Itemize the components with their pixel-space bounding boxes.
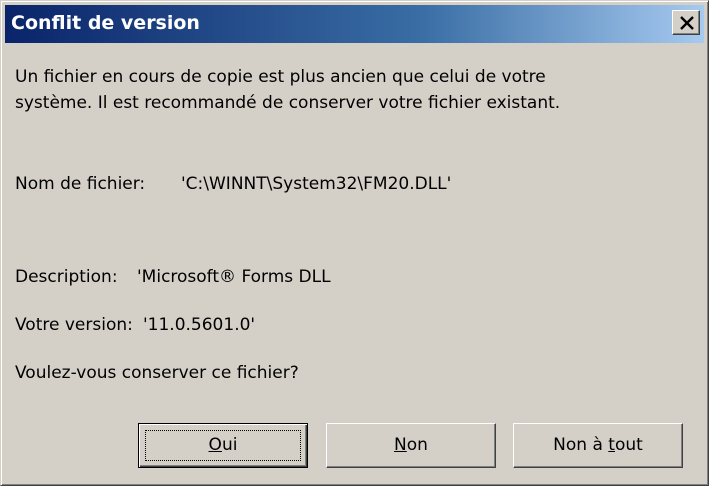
non-a-tout-label-rest: out xyxy=(614,435,643,455)
non-a-tout-button[interactable]: Non à tout xyxy=(513,423,683,468)
version-conflict-dialog: Conflit de version Un fichier en cours d… xyxy=(0,0,709,486)
non-label-rest: on xyxy=(406,435,428,455)
description-value: 'Microsoft® Forms DLL xyxy=(137,267,331,287)
close-button[interactable] xyxy=(672,10,700,35)
non-button[interactable]: Non xyxy=(326,423,496,468)
title-bar[interactable]: Conflit de version xyxy=(5,5,704,43)
question-text: Voulez-vous conserver ce fichier? xyxy=(15,363,299,383)
message-line-1: Un fichier en cours de copie est plus an… xyxy=(15,67,546,87)
close-x-icon xyxy=(680,16,694,30)
oui-mnemonic: O xyxy=(208,435,222,455)
version-label: Votre version: xyxy=(15,315,133,335)
description-label: Description: xyxy=(15,267,118,287)
dialog-title: Conflit de version xyxy=(11,12,200,34)
filename-label: Nom de fichier: xyxy=(15,174,146,194)
non-a-tout-prefix: Non à xyxy=(553,435,609,455)
oui-button[interactable]: Oui xyxy=(138,423,308,468)
non-mnemonic: N xyxy=(394,435,407,455)
filename-value: 'C:\WINNT\System32\FM20.DLL' xyxy=(181,174,452,194)
oui-label-rest: ui xyxy=(221,435,238,455)
non-a-tout-mnemonic: t xyxy=(608,435,615,455)
version-value: '11.0.5601.0' xyxy=(143,315,256,335)
message-line-2: système. Il est recommandé de conserver … xyxy=(15,93,561,113)
